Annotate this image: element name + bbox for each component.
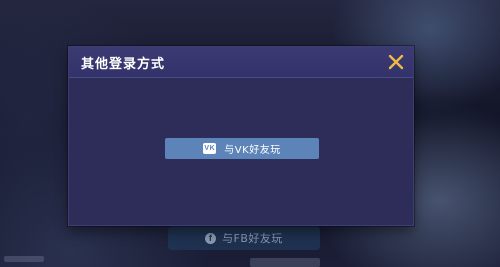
vk-login-label: 与VK好友玩: [224, 145, 281, 156]
dialog-title: 其他登录方式: [81, 57, 166, 72]
facebook-icon: f: [205, 232, 217, 244]
background-facebook-login-label: 与FB好友玩: [222, 232, 283, 245]
dialog-header: 其他登录方式: [69, 47, 413, 78]
background-faint-text-left: [4, 256, 44, 262]
other-login-methods-dialog: 其他登录方式 VK 与VK好友玩: [68, 46, 414, 226]
background-facebook-login-button: f 与FB好友玩: [168, 226, 320, 250]
vk-icon: VK: [203, 143, 217, 154]
close-button[interactable]: [387, 53, 405, 71]
background-faint-text: [250, 258, 320, 267]
vk-login-button[interactable]: VK 与VK好友玩: [165, 138, 319, 159]
close-icon: [388, 54, 404, 70]
